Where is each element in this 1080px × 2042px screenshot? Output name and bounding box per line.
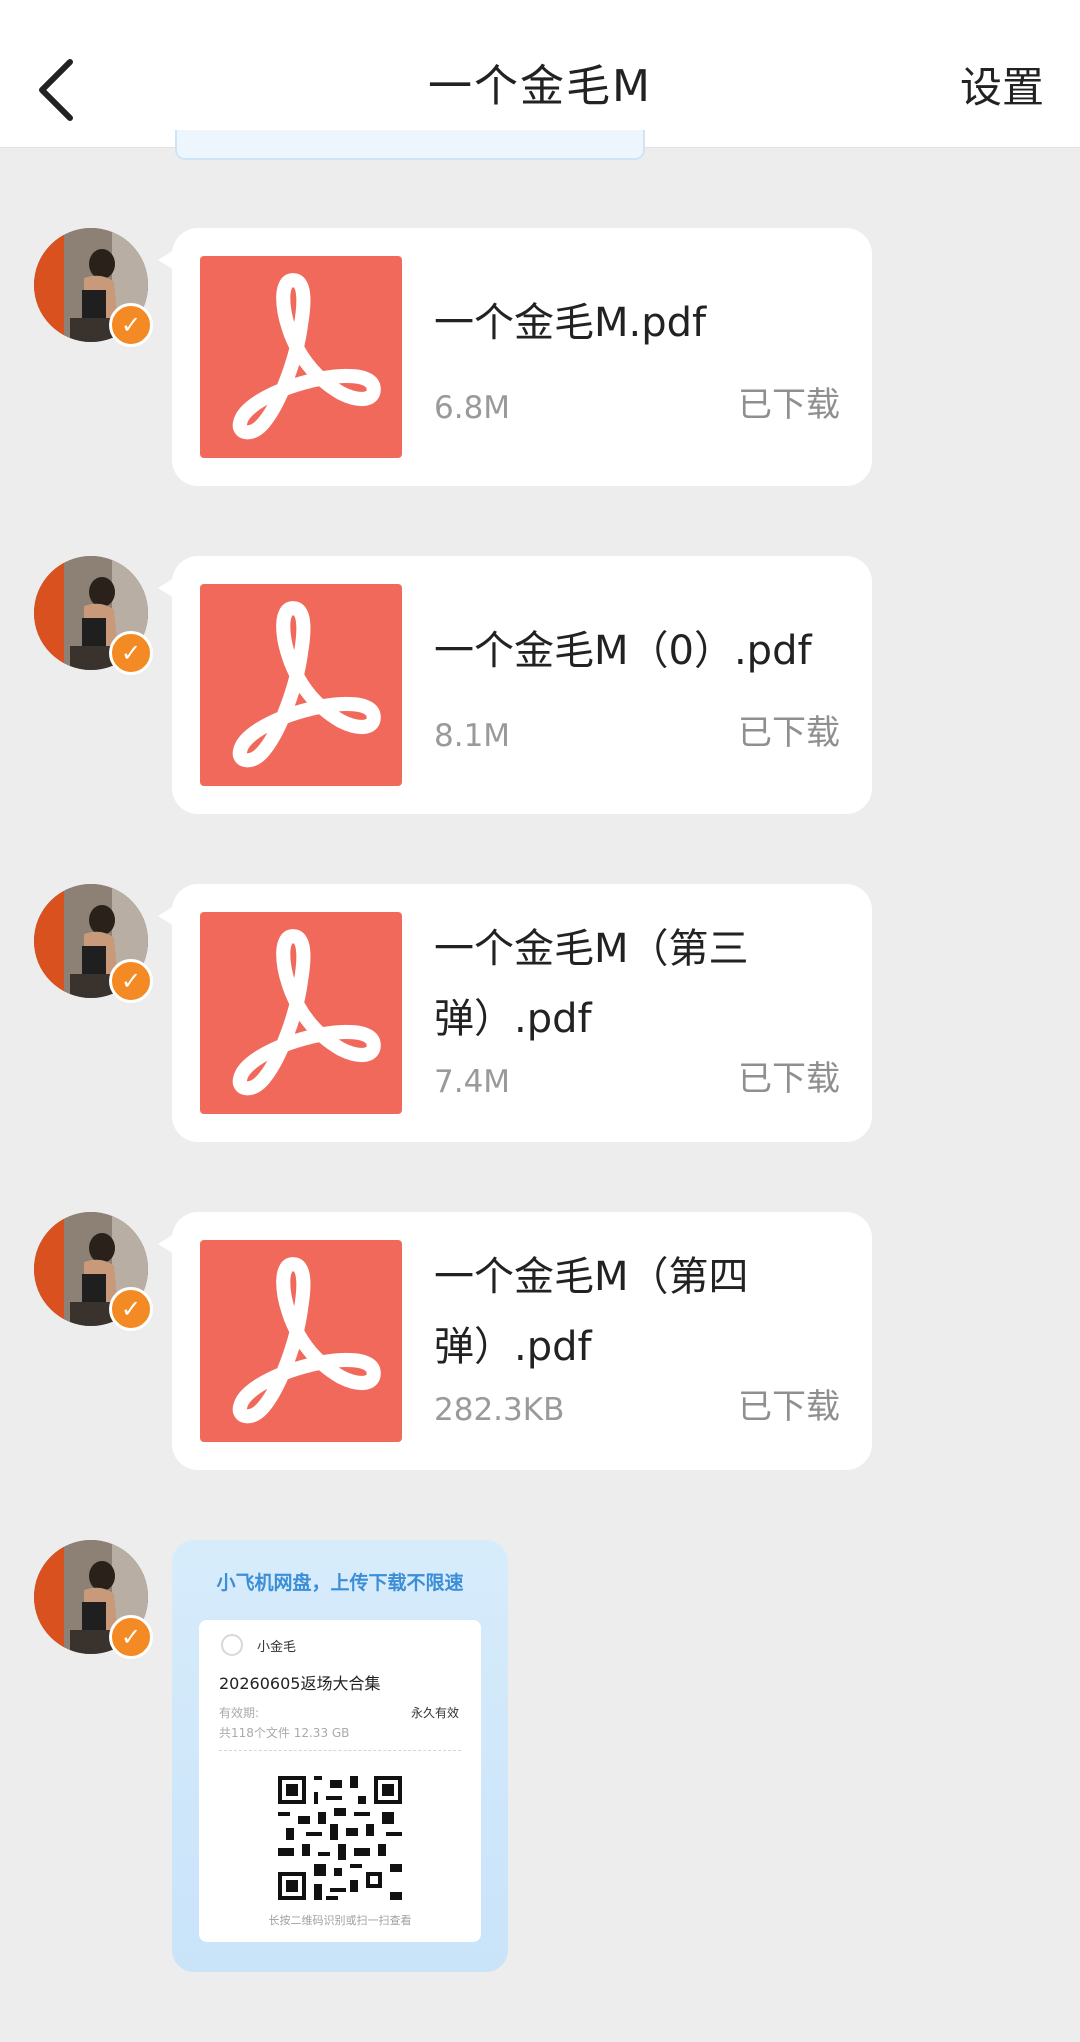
file-name: 一个金毛M（第四弹）.pdf [434,1254,749,1370]
file-name: 一个金毛M（0）.pdf [434,628,812,674]
file-bubble[interactable]: 一个金毛M（0）.pdf 8.1M 已下载 [172,556,872,814]
verified-badge-icon: ✓ [109,303,153,347]
download-status: 已下载 [738,385,840,425]
file-message: ✓ 一个金毛M（0）.pdf 8.1M 已下载 [0,556,1080,814]
share-folder-name: 20260605返场大合集 [219,1674,381,1693]
download-status: 已下载 [738,713,840,753]
file-name: 一个金毛M（第三弹）.pdf [434,926,749,1042]
previous-message-card[interactable] [175,130,645,160]
share-card-header: 小飞机网盘，上传下载不限速 [216,1572,464,1594]
verified-badge-icon: ✓ [109,1287,153,1331]
download-status: 已下载 [738,1387,840,1427]
share-hint-text: 长按二维码识别或扫一扫查看 [268,1914,412,1927]
file-message: ✓ 一个金毛M（第四弹）.pdf 282.3KB 已下载 [0,1212,1080,1470]
settings-button[interactable]: 设置 [960,54,1044,115]
file-size: 8.1M [434,718,511,754]
top-bar: 一个金毛M 设置 [0,0,1080,148]
share-image-card[interactable]: 小飞机网盘，上传下载不限速 小金毛 20260605返场大合集 有效期: 永久有… [172,1540,508,1972]
verified-badge-icon: ✓ [109,959,153,1003]
divider [219,1750,461,1751]
file-count: 共118个文件 12.33 GB [219,1726,350,1740]
share-card-body: 小金毛 20260605返场大合集 有效期: 永久有效 共118个文件 12.3… [199,1620,481,1942]
share-user-name: 小金毛 [257,1640,297,1655]
file-name: 一个金毛M.pdf [434,300,707,346]
pdf-file-icon [200,1240,402,1442]
validity-value: 永久有效 [410,1706,459,1720]
file-bubble[interactable]: 一个金毛M（第三弹）.pdf 7.4M 已下载 [172,884,872,1142]
download-status: 已下载 [738,1059,840,1099]
user-avatar-icon [221,1634,243,1656]
pdf-file-icon [200,256,402,458]
pdf-file-icon [200,912,402,1114]
chat-title: 一个金毛M [428,61,652,112]
file-bubble[interactable]: 一个金毛M.pdf 6.8M 已下载 [172,228,872,486]
verified-badge-icon: ✓ [109,1615,153,1659]
validity-label: 有效期: [219,1706,260,1720]
verified-badge-icon: ✓ [109,631,153,675]
file-size: 7.4M [434,1064,511,1100]
pdf-file-icon [200,584,402,786]
file-size: 282.3KB [434,1392,565,1428]
file-message: ✓ 一个金毛M（第三弹）.pdf 7.4M 已下载 [0,884,1080,1142]
file-size: 6.8M [434,390,511,426]
image-message: ✓ [0,1540,1080,1972]
file-message: ✓ 一个金毛M.pdf 6.8M 已下载 [0,228,1080,486]
qr-code-icon [278,1776,402,1900]
file-bubble[interactable]: 一个金毛M（第四弹）.pdf 282.3KB 已下载 [172,1212,872,1470]
